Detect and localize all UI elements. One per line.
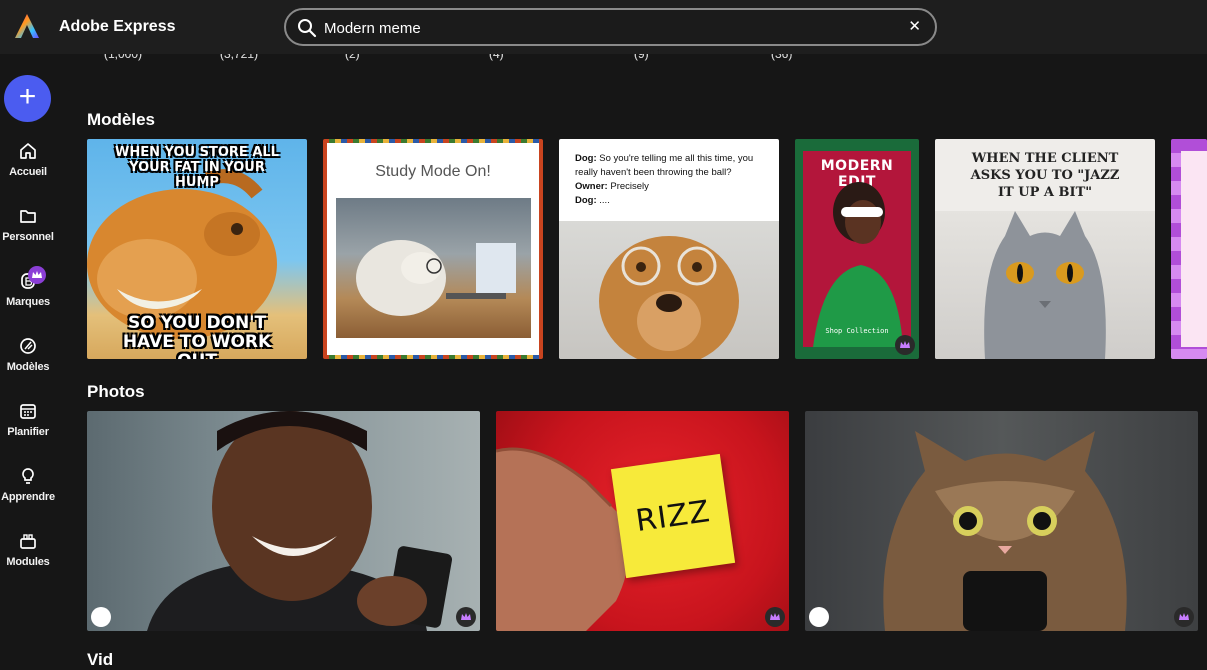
- home-icon: [20, 143, 36, 159]
- folder-icon: [20, 210, 36, 223]
- search-bar[interactable]: ✕: [284, 8, 937, 46]
- premium-crown-icon: [895, 335, 915, 355]
- dialog-speaker: Dog:: [575, 195, 597, 206]
- select-checkbox[interactable]: [809, 607, 829, 627]
- template-card[interactable]: WHEN THE CLIENT ASKS YOU TO "JAZZ IT UP …: [935, 139, 1155, 359]
- section-title-videos: Vid: [87, 650, 114, 669]
- photo-card[interactable]: [87, 411, 480, 631]
- search-input[interactable]: [324, 17, 884, 39]
- template-card[interactable]: WHEN YOU STORE ALL YOUR FAT IN YOUR HUMP…: [87, 139, 307, 359]
- sticky-note-text: RIZZ: [633, 493, 713, 540]
- template-title: Study Mode On!: [375, 163, 491, 180]
- template-card[interactable]: Study Mode On!: [323, 139, 543, 359]
- sidebar-item-label: Marques: [6, 296, 50, 308]
- lightbulb-icon: [22, 468, 34, 484]
- topbar-content: Adobe Express ✕: [0, 0, 1207, 54]
- premium-crown-icon: [1174, 607, 1194, 627]
- addons-icon: [20, 534, 36, 549]
- photo-card[interactable]: [805, 411, 1198, 631]
- sidebar: + Accueil Personnel Marques Modèles Plan…: [0, 54, 66, 658]
- sidebar-item-home[interactable]: Accueil: [0, 142, 56, 178]
- template-card[interactable]: MODERN EDIT Shop Collection: [795, 139, 919, 359]
- template-panel: [1181, 151, 1207, 347]
- section-title-templates: Modèles: [87, 110, 156, 129]
- sidebar-item-label: Modèles: [6, 361, 50, 373]
- clear-search-icon[interactable]: ✕: [908, 17, 921, 35]
- sidebar-item-learn[interactable]: Apprendre: [0, 467, 56, 503]
- laughing-man-photo: [147, 411, 453, 631]
- dog-desk-photo: [336, 198, 531, 338]
- sidebar-item-addons[interactable]: Modules: [0, 532, 56, 568]
- woman-portrait: [813, 182, 903, 347]
- template-panel: MODERN EDIT Shop Collection: [803, 151, 911, 347]
- dialog-line: Precisely: [610, 181, 649, 192]
- dialog-line: ....: [599, 195, 610, 206]
- sidebar-item-label: Accueil: [9, 166, 47, 178]
- section-title-photos: Photos: [87, 382, 145, 401]
- sidebar-item-label: Apprendre: [1, 491, 55, 503]
- photo-card[interactable]: RIZZ: [496, 411, 789, 631]
- sidebar-item-brands[interactable]: Marques: [0, 266, 56, 308]
- sidebar-item-label: Planifier: [7, 426, 49, 438]
- dog-glasses-photo: [559, 221, 779, 359]
- dialog-text: Dog: So you're telling me all this time,…: [575, 152, 771, 208]
- cat-phone-photo: [883, 431, 1127, 631]
- sticky-note: RIZZ: [610, 453, 736, 579]
- search-icon: [298, 19, 317, 38]
- sidebar-item-personal[interactable]: Personnel: [0, 207, 56, 243]
- dialog-speaker: Owner:: [575, 181, 608, 192]
- sidebar-item-templates[interactable]: Modèles: [0, 337, 56, 373]
- sidebar-item-label: Personnel: [2, 231, 54, 243]
- create-button[interactable]: +: [4, 75, 51, 122]
- adobe-express-logo-icon[interactable]: [14, 13, 40, 39]
- dialog-speaker: Dog:: [575, 153, 597, 164]
- premium-crown-icon: [765, 607, 785, 627]
- sidebar-item-label: Modules: [6, 556, 50, 568]
- select-checkbox[interactable]: [91, 607, 111, 627]
- templates-icon: [20, 338, 36, 354]
- meme-bottom-text: SO YOU DON'T HAVE TO WORK OUT: [122, 313, 272, 360]
- template-footer: Shop Collection: [825, 327, 889, 335]
- template-card[interactable]: [1171, 139, 1207, 359]
- sidebar-item-schedule[interactable]: Planifier: [0, 402, 56, 438]
- app-title: Adobe Express: [59, 18, 176, 35]
- dialog-line: So you're telling me all this time, you …: [575, 153, 754, 178]
- template-card[interactable]: Dog: So you're telling me all this time,…: [559, 139, 779, 359]
- meme-top-text: WHEN YOU STORE ALL YOUR FAT IN YOUR HUMP: [115, 145, 279, 190]
- premium-crown-icon: [28, 266, 46, 284]
- template-frame: Study Mode On!: [327, 143, 539, 355]
- calendar-icon: [20, 404, 36, 419]
- template-title: WHEN THE CLIENT ASKS YOU TO "JAZZ IT UP …: [970, 151, 1120, 200]
- grey-cat-photo: [935, 211, 1155, 359]
- premium-crown-icon: [456, 607, 476, 627]
